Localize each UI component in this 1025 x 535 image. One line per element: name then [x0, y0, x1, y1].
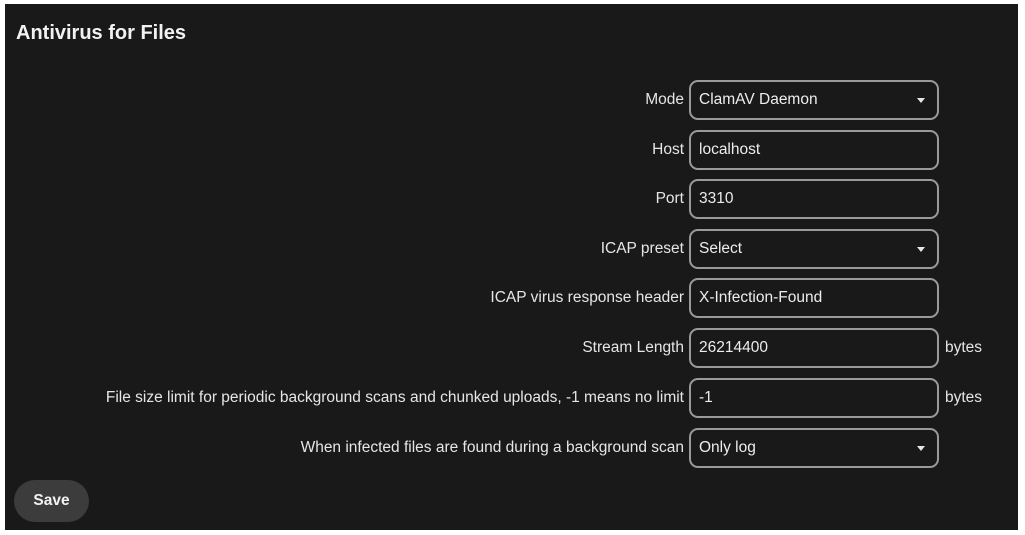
icap-preset-select-value: Select — [699, 240, 743, 257]
stream-length-label: Stream Length — [582, 339, 684, 356]
host-row: Host — [5, 130, 1018, 170]
port-row: Port — [5, 179, 1018, 219]
section-title: Antivirus for Files — [16, 22, 187, 44]
file-size-limit-input[interactable] — [691, 380, 937, 416]
mode-select[interactable]: ClamAV Daemon — [689, 80, 939, 120]
icap-header-label: ICAP virus response header — [490, 289, 684, 306]
stream-length-field-wrapper — [689, 328, 939, 368]
icap-header-row: ICAP virus response header — [5, 278, 1018, 318]
icap-preset-select[interactable]: Select — [689, 229, 939, 269]
chevron-down-icon — [917, 98, 925, 103]
port-input[interactable] — [691, 181, 937, 217]
infected-action-label: When infected files are found during a b… — [300, 439, 684, 456]
port-label: Port — [655, 190, 684, 207]
host-label: Host — [652, 141, 684, 158]
save-button[interactable]: Save — [14, 480, 89, 522]
file-size-limit-unit: bytes — [945, 389, 983, 406]
infected-action-select[interactable]: Only log — [689, 428, 939, 468]
icap-header-input[interactable] — [691, 280, 937, 316]
file-size-limit-field-wrapper — [689, 378, 939, 418]
mode-label: Mode — [645, 91, 684, 108]
stream-length-unit: bytes — [945, 339, 983, 356]
mode-select-value: ClamAV Daemon — [699, 91, 818, 108]
chevron-down-icon — [917, 247, 925, 252]
file-size-limit-row: File size limit for periodic background … — [5, 378, 1018, 418]
icap-preset-label: ICAP preset — [600, 240, 684, 257]
host-input[interactable] — [691, 132, 937, 168]
host-field-wrapper — [689, 130, 939, 170]
file-size-limit-label: File size limit for periodic background … — [105, 389, 684, 406]
stream-length-row: Stream Length bytes — [5, 328, 1018, 368]
antivirus-settings-panel: Antivirus for Files Mode ClamAV Daemon H… — [5, 4, 1018, 530]
chevron-down-icon — [917, 446, 925, 451]
infected-action-select-value: Only log — [699, 439, 756, 456]
port-field-wrapper — [689, 179, 939, 219]
mode-row: Mode ClamAV Daemon — [5, 80, 1018, 120]
icap-preset-row: ICAP preset Select — [5, 229, 1018, 269]
icap-header-field-wrapper — [689, 278, 939, 318]
infected-action-row: When infected files are found during a b… — [5, 428, 1018, 468]
stream-length-input[interactable] — [691, 330, 937, 366]
